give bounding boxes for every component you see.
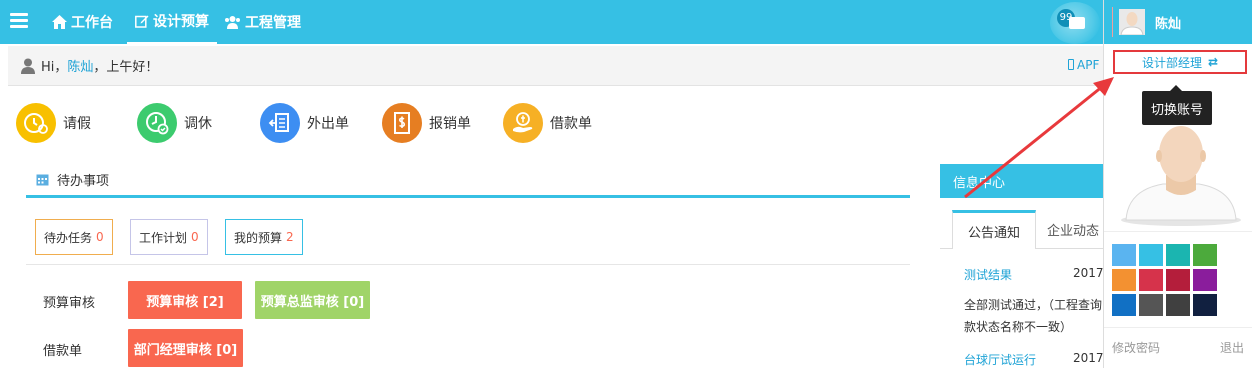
quick-action-loan[interactable]: 借款单 [503, 103, 592, 143]
greeting-username[interactable]: 陈灿 [67, 56, 93, 75]
theme-swatch[interactable] [1193, 294, 1217, 316]
theme-swatch[interactable] [1193, 244, 1217, 266]
todo-title: 待办事项 [57, 174, 110, 189]
nav-workbench[interactable]: 工作台 [52, 0, 113, 44]
role-label: 设计部经理 [1141, 55, 1202, 70]
app-download-link[interactable]: APF [1068, 58, 1099, 72]
notice-body-line: 款状态名称不一致） [964, 320, 1073, 334]
greeting-bar: Hi， 陈灿 ，上午好！ [8, 46, 1103, 86]
nav-workbench-label: 工作台 [71, 15, 113, 31]
theme-swatch[interactable] [1166, 294, 1190, 316]
panel-divider [1104, 231, 1252, 232]
user-name: 陈灿 [1155, 16, 1182, 32]
calendar-icon [36, 174, 49, 186]
row-label-loan: 借款单 [43, 344, 83, 359]
todo-tab-count: 0 [191, 230, 199, 244]
leave-clock-icon [16, 103, 56, 143]
messages-button[interactable]: 99 [1050, 2, 1100, 44]
nav-design-budget[interactable]: 设计预算 [127, 0, 217, 44]
theme-swatch[interactable] [1166, 269, 1190, 291]
nav-project-management[interactable]: 工程管理 [224, 0, 301, 44]
edit-icon [135, 15, 149, 28]
reimbursement-dollar-icon [382, 103, 422, 143]
user-panel-footer: 修改密码 退出 [1112, 339, 1244, 356]
theme-swatch[interactable] [1193, 269, 1217, 291]
top-navbar: 工作台 设计预算 工程管理 99 [0, 0, 1252, 44]
large-avatar [1121, 126, 1241, 226]
theme-swatch[interactable] [1112, 269, 1136, 291]
todo-tab-label: 待办任务 [44, 230, 93, 245]
theme-swatch[interactable] [1166, 244, 1190, 266]
theme-swatch[interactable] [1112, 294, 1136, 316]
budget-review-button[interactable]: 预算审核 [2] [128, 281, 242, 319]
dept-manager-review-button[interactable]: 部门经理审核 [0] [128, 329, 243, 367]
greeting-prefix: Hi， [41, 60, 68, 75]
nav-project-management-label: 工程管理 [245, 15, 301, 31]
quick-action-leave-label: 请假 [63, 116, 91, 132]
quick-action-reimbursement[interactable]: 报销单 [382, 103, 471, 143]
notice-date: 2017 [1073, 351, 1104, 365]
todo-tab-my-budget[interactable]: 我的预算 2 [225, 219, 303, 255]
mobile-icon [1068, 59, 1074, 70]
quick-action-loan-label: 借款单 [550, 116, 592, 132]
todo-divider [26, 264, 910, 265]
avatar [1119, 9, 1145, 35]
todo-tab-pending-tasks[interactable]: 待办任务 0 [35, 219, 113, 255]
row-label-budget-review: 预算审核 [43, 296, 96, 311]
quick-action-out-slip[interactable]: 外出单 [260, 103, 349, 143]
notice-body-line: 全部测试通过，（工程查询 [964, 298, 1103, 312]
quick-action-leave[interactable]: 请假 [16, 103, 91, 143]
notice-title[interactable]: 测试结果 [964, 266, 1012, 283]
theme-swatch[interactable] [1139, 294, 1163, 316]
logout-link[interactable]: 退出 [1220, 339, 1244, 356]
info-center-header: 信息中心 [940, 164, 1105, 198]
budget-director-review-button[interactable]: 预算总监审核 [0] [255, 281, 370, 319]
users-icon [225, 16, 240, 29]
notice-date: 2017 [1073, 266, 1104, 280]
notice-title[interactable]: 台球厅试运行 [964, 351, 1036, 368]
theme-swatch[interactable] [1139, 269, 1163, 291]
theme-swatch[interactable] [1139, 244, 1163, 266]
info-tab-company-news[interactable]: 企业动态 [1040, 210, 1106, 248]
swap-icon: ⇄ [1207, 55, 1219, 69]
quick-action-out-slip-label: 外出单 [307, 116, 349, 132]
theme-swatch[interactable] [1112, 244, 1136, 266]
quick-action-time-off[interactable]: 调休 [137, 103, 212, 143]
greeting-suffix: ，上午好！ [93, 60, 159, 75]
quick-action-time-off-label: 调休 [184, 116, 212, 132]
app-link-label: APF [1077, 58, 1100, 72]
user-icon [21, 58, 35, 74]
todo-panel-header: 待办事项 [26, 164, 910, 198]
user-menu-toggle[interactable]: 陈灿 [1104, 0, 1252, 44]
hamburger-menu-icon[interactable] [10, 13, 28, 29]
nav-design-budget-label: 设计预算 [153, 14, 209, 30]
todo-tab-label: 我的预算 [234, 230, 283, 245]
change-password-link[interactable]: 修改密码 [1112, 339, 1160, 356]
home-icon [52, 15, 67, 29]
info-tab-announcements[interactable]: 公告通知 [952, 210, 1036, 249]
user-dropdown-panel: 陈灿 设计部经理 ⇄ 切换账号 修改密码 退出 [1103, 0, 1252, 368]
quick-action-reimbursement-label: 报销单 [429, 116, 471, 132]
out-slip-doc-icon [260, 103, 300, 143]
todo-tab-label: 工作计划 [139, 230, 188, 245]
loan-money-icon [503, 103, 543, 143]
panel-divider [1104, 327, 1252, 328]
theme-color-picker [1112, 244, 1217, 316]
todo-tab-count: 2 [286, 230, 294, 244]
time-off-clock-icon [137, 103, 177, 143]
switch-role-button[interactable]: 设计部经理 ⇄ [1113, 50, 1247, 74]
envelope-icon [1069, 17, 1085, 29]
header-divider [1112, 7, 1113, 37]
todo-tab-count: 0 [96, 230, 104, 244]
todo-tab-work-plan[interactable]: 工作计划 0 [130, 219, 208, 255]
